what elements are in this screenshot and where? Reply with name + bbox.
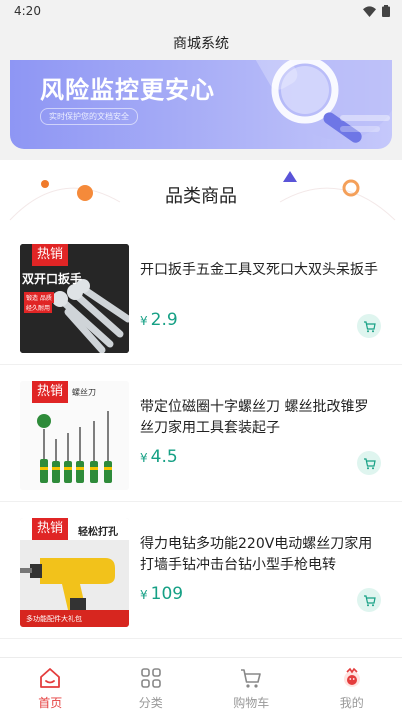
image-caption: 螺丝刀 [72,388,96,397]
hot-tag: 热销 [32,518,68,540]
product-price: ¥109 [140,584,183,604]
add-to-cart-button[interactable] [357,451,381,475]
promo-banner[interactable]: 风险监控更安心 实时保护您的文档安全 [10,60,392,149]
product-item[interactable]: 热销 轻松打孔 多功能配件大礼包 得力电钻多功能220V电动螺丝刀家用打墙手钻冲… [0,502,402,639]
cart-icon [363,594,376,606]
tab-home[interactable]: 首页 [0,658,101,716]
status-icons [363,5,390,17]
add-to-cart-button[interactable] [357,588,381,612]
image-caption: 双开口扳手 [22,272,83,286]
banner-title: 风险监控更安心 [40,76,215,104]
image-caption: 多功能配件大礼包 [26,615,82,623]
status-bar: 4:20 [0,0,402,24]
product-price: ¥2.9 [140,310,178,330]
banner-subtitle: 实时保护您的文档安全 [40,108,138,125]
grid-icon [140,668,161,688]
home-icon [40,668,61,688]
app-header: 商城系统 [0,24,402,60]
section-title: 品类商品 [165,186,237,207]
profile-icon [343,667,360,687]
currency-symbol: ¥ [140,451,148,465]
add-to-cart-button[interactable] [357,314,381,338]
wifi-icon [363,5,376,17]
product-item[interactable]: 热销 螺丝刀 带定位磁圈十字螺丝刀 螺丝批改锥罗丝刀家用工具套装起子 ¥4.5 [0,365,402,502]
page-title: 商城系统 [173,36,229,52]
product-image: 热销 轻松打孔 多功能配件大礼包 [20,518,129,627]
bottom-tab-bar: 首页 分类 购物车 我的 [0,657,402,716]
product-image: 热销 螺丝刀 [20,381,129,490]
image-caption: 经久耐用 [24,302,53,313]
price-value: 4.5 [150,447,178,467]
cart-icon [363,457,376,469]
tab-cart[interactable]: 购物车 [201,658,302,716]
tab-label: 首页 [38,696,63,710]
product-name: 得力电钻多功能220V电动螺丝刀家用打墙手钻冲击台钻小型手枪电转 [140,536,373,573]
price-value: 2.9 [150,310,178,330]
tab-label: 我的 [339,696,364,710]
tab-category[interactable]: 分类 [101,658,202,716]
product-name: 带定位磁圈十字螺丝刀 螺丝批改锥罗丝刀家用工具套装起子 [140,399,369,436]
currency-symbol: ¥ [140,588,148,602]
product-list: 热销 双开口扳手 锻造 品质 经久耐用 开口扳手五金工具叉死口大双头呆扳手 ¥2… [0,228,402,639]
banner-area: 风险监控更安心 实时保护您的文档安全 [0,60,402,160]
status-time: 4:20 [14,4,41,18]
cart-icon [363,320,376,332]
tab-label: 分类 [138,696,163,710]
hot-tag: 热销 [32,381,68,403]
cart-icon [241,669,262,688]
product-image: 热销 双开口扳手 锻造 品质 经久耐用 [20,244,129,353]
currency-symbol: ¥ [140,314,148,328]
product-name: 开口扳手五金工具叉死口大双头呆扳手 [140,262,378,278]
section-header: 品类商品 [0,162,402,226]
image-caption: 轻松打孔 [78,527,118,538]
price-value: 109 [150,584,184,604]
tab-label: 购物车 [233,696,270,710]
product-item[interactable]: 热销 双开口扳手 锻造 品质 经久耐用 开口扳手五金工具叉死口大双头呆扳手 ¥2… [0,228,402,365]
product-price: ¥4.5 [140,447,178,467]
tab-profile[interactable]: 我的 [302,658,402,716]
hot-tag: 热销 [32,244,68,266]
battery-icon [382,5,390,17]
